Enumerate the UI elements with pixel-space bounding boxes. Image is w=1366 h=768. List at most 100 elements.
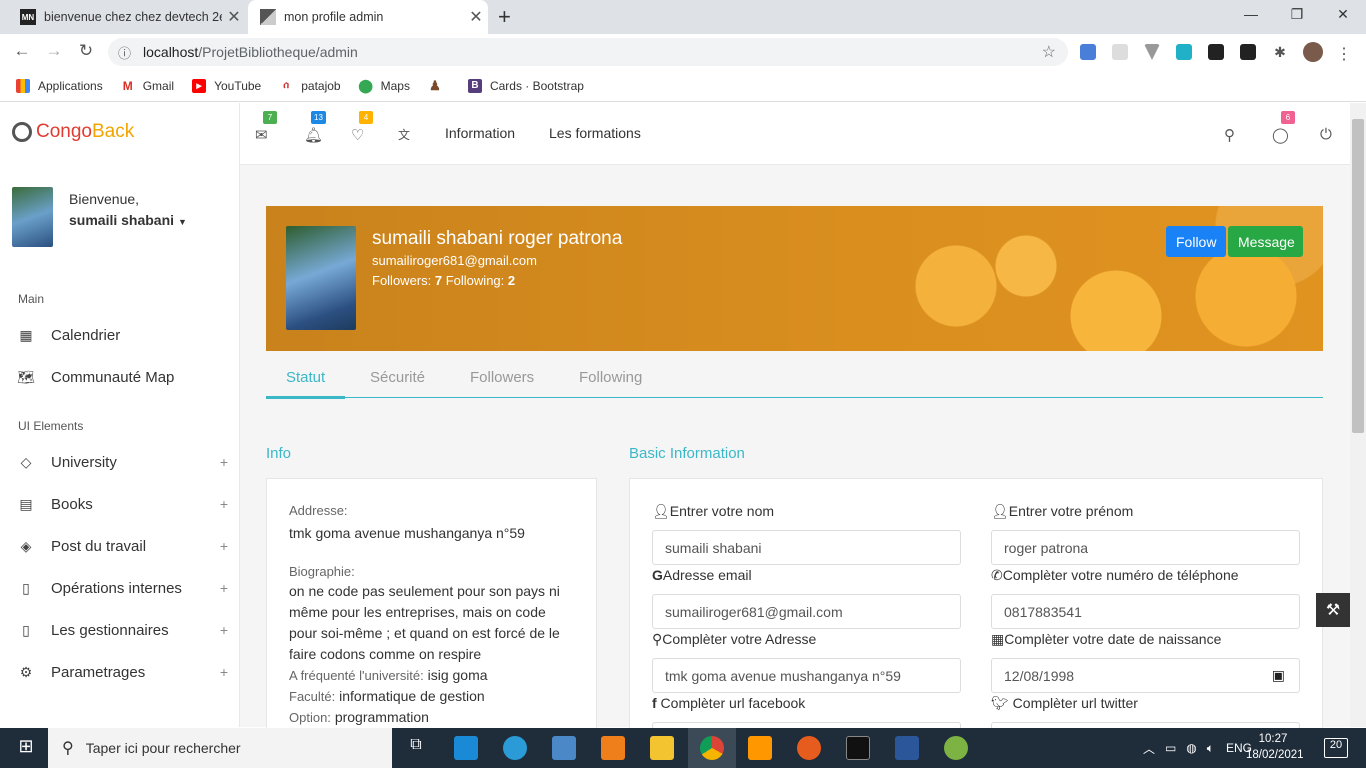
user-icon: 👤︎: [991, 503, 1009, 519]
message-button[interactable]: Message: [1228, 226, 1303, 257]
tab-statut[interactable]: Statut: [286, 369, 325, 386]
logo[interactable]: Congo Back: [12, 121, 134, 143]
browser-tab-admin[interactable]: mon profile admin ✕: [248, 0, 488, 34]
menu-item-post-du-travail[interactable]: ◈ Post du travail +: [18, 534, 228, 558]
forward-icon[interactable]: →: [42, 41, 66, 61]
menu-item-parametrages[interactable]: ⚙ Parametrages +: [18, 660, 228, 684]
follow-button[interactable]: Follow: [1166, 226, 1227, 257]
expand-plus-icon[interactable]: +: [220, 622, 228, 638]
menu-item-communaute-map[interactable]: 🗺 Communauté Map: [17, 365, 228, 389]
expand-plus-icon[interactable]: +: [220, 496, 228, 512]
close-tab-icon[interactable]: ✕: [464, 7, 488, 27]
scrollbar-thumb[interactable]: [1352, 119, 1364, 433]
expand-plus-icon[interactable]: +: [220, 664, 228, 680]
store-icon[interactable]: [552, 736, 576, 760]
nav-link-les-formations[interactable]: Les formations: [549, 125, 641, 141]
nom-input[interactable]: sumaili shabani: [652, 530, 961, 565]
heart-icon[interactable]: ♡: [351, 126, 364, 144]
caret-down-icon: ▼: [177, 217, 187, 227]
settings-pin-icon[interactable]: ⚒: [1316, 593, 1350, 627]
close-tab-icon[interactable]: ✕: [222, 7, 246, 27]
new-tab-icon[interactable]: +: [498, 4, 511, 30]
expand-plus-icon[interactable]: +: [220, 538, 228, 554]
tab-following[interactable]: Following: [579, 369, 642, 386]
tab-securite[interactable]: Sécurité: [370, 369, 425, 386]
extension-icon[interactable]: [1112, 44, 1128, 60]
sublime-icon[interactable]: [748, 736, 772, 760]
notification-count[interactable]: 20: [1324, 738, 1348, 758]
xampp-icon[interactable]: [601, 736, 625, 760]
chrome-taskbar-active[interactable]: [688, 728, 736, 768]
extension-icon[interactable]: [1208, 44, 1224, 60]
username-dropdown[interactable]: sumaili shabani ▼: [69, 210, 187, 233]
tag-icon: ◇: [20, 453, 32, 470]
scrollbar[interactable]: [1350, 103, 1366, 727]
menu-item-university[interactable]: ◇ University +: [18, 450, 228, 474]
info-icon[interactable]: ⓘ: [118, 43, 131, 62]
email-input[interactable]: sumailiroger681@gmail.com: [652, 594, 961, 629]
task-view-icon[interactable]: ⧉: [404, 736, 428, 760]
faculty-label: Faculté:: [289, 689, 336, 704]
power-icon[interactable]: ⏻: [1320, 126, 1332, 143]
translate-extension-icon[interactable]: [1080, 44, 1096, 60]
network-icon[interactable]: ▭: [1165, 741, 1176, 755]
vue-extension-icon[interactable]: [1144, 44, 1160, 60]
app-icon[interactable]: [944, 736, 968, 760]
bookmark-star-icon[interactable]: ☆: [1042, 42, 1056, 62]
globe-icon[interactable]: ◍: [1186, 741, 1196, 755]
taskbar-search[interactable]: ⚲ Taper ici pour rechercher: [48, 728, 392, 768]
menu-label: University: [51, 453, 117, 471]
reload-icon[interactable]: ↻: [74, 41, 98, 61]
menu-item-les-gestionnaires[interactable]: ▯ Les gestionnaires +: [18, 618, 228, 642]
prenom-input[interactable]: roger patrona: [991, 530, 1300, 565]
bookmark-youtube[interactable]: ▶ YouTube: [192, 78, 261, 93]
adresse-input[interactable]: tmk goma avenue mushanganya n°59: [652, 658, 961, 693]
menu-kebab-icon[interactable]: ⋮: [1336, 44, 1352, 63]
clock[interactable]: 10:27 18/02/2021: [1246, 731, 1304, 763]
menu-item-operations-internes[interactable]: ▯ Opérations internes +: [18, 576, 228, 600]
expand-plus-icon[interactable]: +: [220, 580, 228, 596]
windows-start-icon[interactable]: ⊞: [14, 736, 38, 760]
close-window-icon[interactable]: ✕: [1320, 6, 1366, 23]
bookmark-patajob[interactable]: ሰ patajob: [279, 79, 340, 93]
mail-icon[interactable]: ✉: [255, 126, 268, 144]
extension-icon[interactable]: [1240, 44, 1256, 60]
translate-icon[interactable]: 文: [398, 126, 410, 143]
bookmark-maps[interactable]: ⬤ Maps: [358, 78, 410, 93]
search-icon[interactable]: ⚲: [1224, 126, 1235, 144]
menu-item-books[interactable]: ▤ Books +: [18, 492, 228, 516]
expand-plus-icon[interactable]: +: [220, 454, 228, 470]
vscode-icon[interactable]: [454, 736, 478, 760]
bookmark-applications[interactable]: Applications: [16, 78, 103, 93]
edge-icon[interactable]: [503, 736, 527, 760]
bookmark-unnamed[interactable]: ♟: [428, 78, 450, 93]
puzzle-icon[interactable]: ✱: [1272, 44, 1288, 60]
menu-item-calendrier[interactable]: ▦ Calendrier: [18, 323, 228, 347]
bookmark-cards-bootstrap[interactable]: B Cards · Bootstrap: [467, 78, 584, 93]
nav-link-information[interactable]: Information: [445, 125, 515, 141]
back-icon[interactable]: ←: [10, 41, 34, 61]
date-picker-icon[interactable]: ▣: [1272, 667, 1285, 684]
firefox-icon[interactable]: [797, 736, 821, 760]
restore-icon[interactable]: ❐: [1274, 6, 1320, 23]
terminal-icon[interactable]: [846, 736, 870, 760]
bookmark-gmail[interactable]: M Gmail: [121, 79, 174, 93]
bell-icon[interactable]: 🔔︎: [304, 126, 323, 144]
browser-tab-devtech[interactable]: MN bienvenue chez chez devtech 2e ✕: [8, 0, 246, 34]
logo-text-congo: Congo: [36, 121, 92, 142]
profile-avatar-icon[interactable]: [1303, 42, 1323, 62]
volume-icon[interactable]: 🔈︎: [1207, 741, 1214, 756]
address-bar[interactable]: ⓘ localhost/ProjetBibliotheque/admin ☆: [108, 38, 1068, 66]
extension-icon[interactable]: [1176, 44, 1192, 60]
chat-icon[interactable]: ◯: [1272, 126, 1289, 144]
minimize-icon[interactable]: —: [1228, 6, 1274, 22]
phone-input[interactable]: 0817883541: [991, 594, 1300, 629]
word-icon[interactable]: [895, 736, 919, 760]
menu-label: Les gestionnaires: [51, 621, 169, 639]
naissance-date-input[interactable]: 12/08/1998 ▣: [991, 658, 1300, 693]
chevron-up-icon[interactable]: ︿: [1143, 740, 1155, 757]
file-explorer-icon[interactable]: [650, 736, 674, 760]
bookmarks-bar: Applications M Gmail ▶ YouTube ሰ patajob ⬤ M…: [0, 70, 1366, 102]
tab-followers[interactable]: Followers: [470, 369, 534, 386]
tab-title: bienvenue chez chez devtech 2e: [44, 10, 222, 24]
